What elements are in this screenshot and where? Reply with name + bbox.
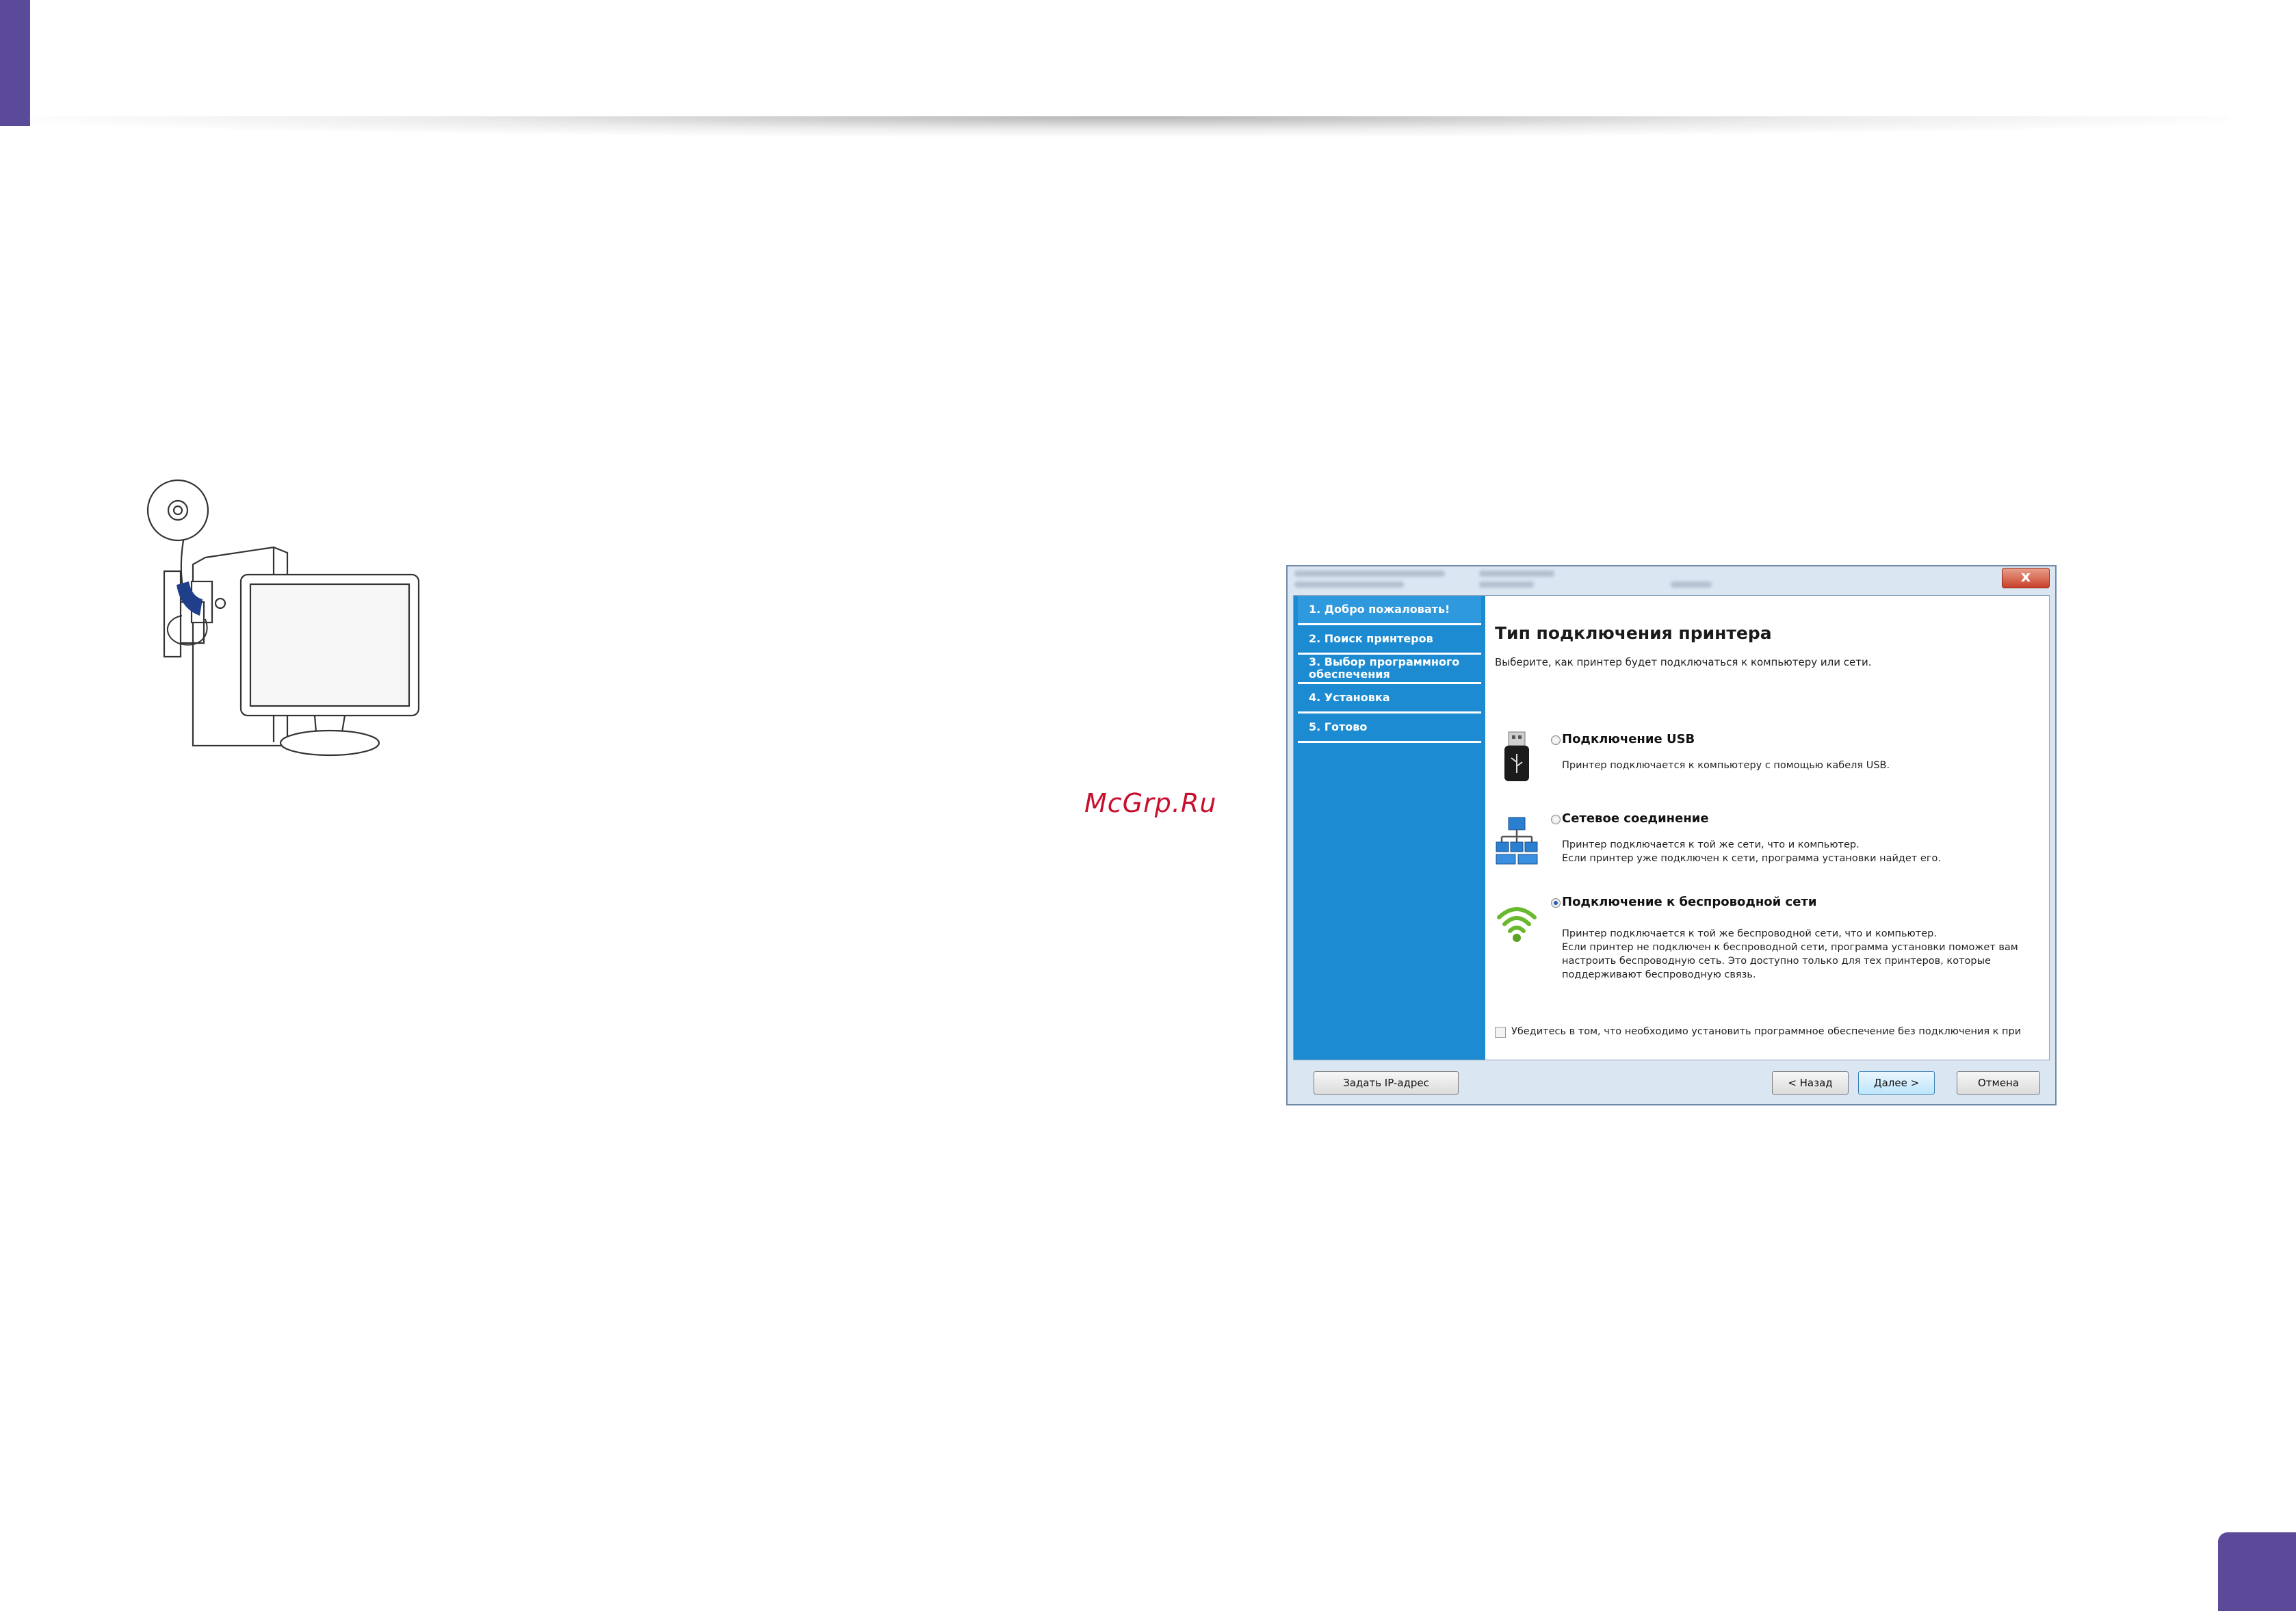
- connection-type-panel: Тип подключения принтера Выберите, как п…: [1485, 596, 2049, 1060]
- radio-network[interactable]: [1551, 815, 1561, 824]
- window-content: 1. Добро пожаловать! 2. Поиск принтеров …: [1293, 595, 2050, 1060]
- option-usb-desc: Принтер подключается к компьютеру с помо…: [1562, 760, 1890, 771]
- step-done: 5. Готово: [1298, 713, 1481, 743]
- corner-tab: [0, 0, 30, 126]
- watermark-text: McGrp.Ru: [1084, 788, 1217, 818]
- install-without-connection-label[interactable]: Убедитесь в том, что необходимо установи…: [1511, 1026, 2021, 1037]
- cancel-button[interactable]: Отмена: [1957, 1071, 2040, 1095]
- usb-drive-icon: [1504, 731, 1529, 781]
- step-find-printers: 2. Поиск принтеров: [1298, 625, 1481, 655]
- step-welcome: 1. Добро пожаловать!: [1298, 596, 1481, 625]
- installer-window: x 1. Добро пожаловать! 2. Поиск принтеро…: [1286, 565, 2057, 1105]
- window-titlebar: x: [1288, 566, 2055, 595]
- step-select-software: 3. Выбор программного обеспечения: [1298, 655, 1481, 684]
- back-button[interactable]: < Назад: [1772, 1071, 1849, 1095]
- option-network-desc: Принтер подключается к той же сети, что …: [1562, 839, 1941, 864]
- network-icon: [1496, 817, 1538, 865]
- close-button[interactable]: x: [2002, 568, 2050, 588]
- page-number-badge: [2218, 1532, 2296, 1611]
- step-install: 4. Установка: [1298, 684, 1481, 713]
- option-wireless-desc: Принтер подключается к той же беспроводн…: [1562, 928, 2018, 980]
- set-ip-button[interactable]: Задать IP-адрес: [1314, 1071, 1459, 1095]
- option-wireless-title[interactable]: Подключение к беспроводной сети: [1562, 895, 1816, 909]
- cd-disc-icon: [146, 479, 209, 542]
- install-without-connection-checkbox[interactable]: [1495, 1027, 1506, 1038]
- steps-sidebar: 1. Добро пожаловать! 2. Поиск принтеров …: [1294, 596, 1485, 1060]
- radio-wireless[interactable]: [1551, 898, 1561, 908]
- button-bar: Задать IP-адрес < Назад Далее > Отмена: [1293, 1060, 2050, 1100]
- wifi-icon: [1497, 907, 1537, 942]
- radio-usb[interactable]: [1551, 735, 1561, 745]
- page-title: Тип подключения принтера: [1495, 623, 1772, 643]
- cd-insert-illustration: [146, 479, 420, 757]
- next-button[interactable]: Далее >: [1858, 1071, 1935, 1095]
- option-network-title[interactable]: Сетевое соединение: [1562, 811, 1709, 826]
- page-subtitle: Выберите, как принтер будет подключаться…: [1495, 656, 1872, 668]
- option-usb-title[interactable]: Подключение USB: [1562, 732, 1695, 746]
- header-divider: [27, 116, 2230, 137]
